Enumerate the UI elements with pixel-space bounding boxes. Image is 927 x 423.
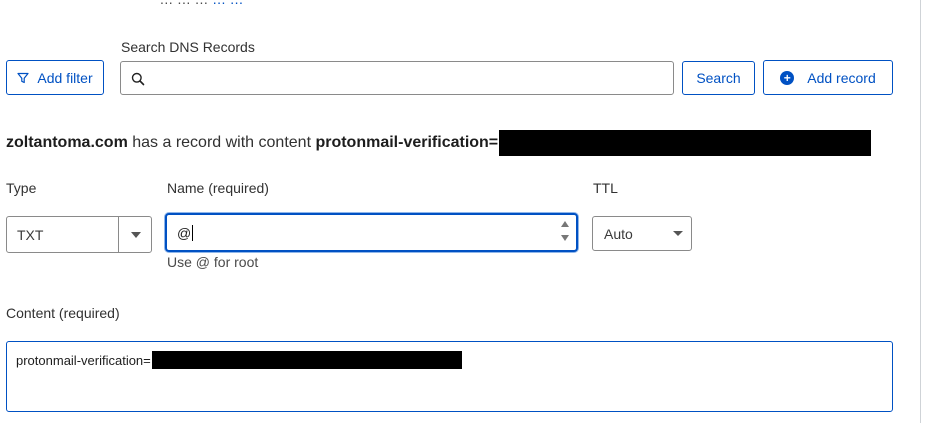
add-record-button[interactable]: + Add record <box>763 60 893 95</box>
redacted-block <box>499 130 872 156</box>
type-select-value: TXT <box>17 227 44 243</box>
search-icon <box>131 72 145 86</box>
name-label: Name (required) <box>167 180 269 196</box>
name-input-value: @ <box>177 225 192 241</box>
truncated-top-text: ... ... ... ... ... <box>160 0 243 7</box>
content-value: protonmail-verification= <box>16 352 151 368</box>
record-summary: zoltantoma.com has a record with content… <box>6 130 872 156</box>
plus-circle-icon: + <box>780 70 795 85</box>
add-filter-button[interactable]: Add filter <box>6 60 104 95</box>
top-partial-link[interactable]: ... ... <box>213 0 244 7</box>
chevron-down-icon[interactable] <box>131 232 141 238</box>
spinner-up-icon[interactable] <box>561 221 569 227</box>
add-record-label: Add record <box>807 69 876 86</box>
search-label: Search DNS Records <box>121 39 255 55</box>
ttl-select[interactable]: Auto <box>592 216 692 251</box>
record-content-prefix: protonmail-verification= <box>315 134 499 151</box>
panel-right-border <box>920 0 921 423</box>
content-textarea[interactable]: protonmail-verification= <box>6 341 893 412</box>
type-select[interactable]: TXT <box>6 216 152 253</box>
name-hint: Use @ for root <box>167 254 259 270</box>
search-button-label: Search <box>696 70 741 86</box>
name-input-text: @ <box>177 225 194 241</box>
record-domain: zoltantoma.com <box>6 134 128 151</box>
content-text: protonmail-verification= <box>16 351 462 369</box>
type-select-divider <box>118 217 119 252</box>
search-input[interactable] <box>151 66 665 92</box>
content-label: Content (required) <box>6 305 120 321</box>
add-filter-label: Add filter <box>37 69 93 86</box>
text-caret <box>192 225 194 241</box>
redacted-block <box>151 351 462 369</box>
search-field[interactable] <box>120 61 674 95</box>
top-partial-text: ... ... ... <box>160 0 208 7</box>
type-label: Type <box>6 180 37 196</box>
ttl-select-value: Auto <box>604 226 633 242</box>
ttl-label: TTL <box>593 180 618 196</box>
search-button[interactable]: Search <box>682 61 755 95</box>
filter-icon <box>17 72 29 83</box>
record-middle-text: has a record with content <box>127 134 316 151</box>
spinner-down-icon[interactable] <box>561 235 569 241</box>
name-input[interactable]: @ <box>165 213 578 252</box>
chevron-down-icon <box>673 231 683 236</box>
